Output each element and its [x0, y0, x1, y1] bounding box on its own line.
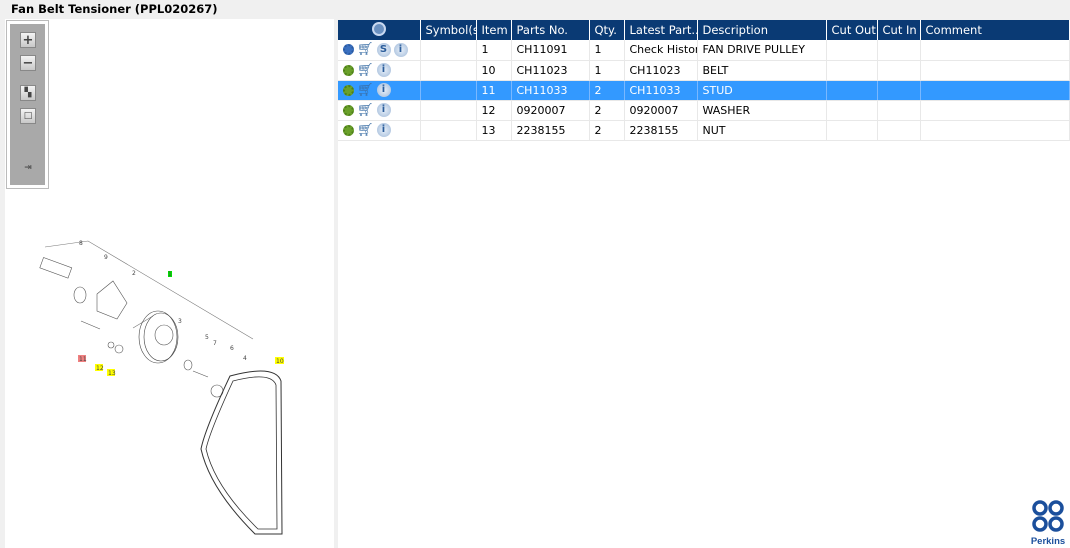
gear-icon[interactable]: [343, 64, 354, 76]
info-icon[interactable]: i: [376, 123, 391, 137]
latest-part-cell: 0920007: [624, 100, 698, 121]
zoom-in-button[interactable]: +: [20, 32, 36, 48]
table-row[interactable]: 🛒︎ i 10 CH11023 1 CH11023 BELT: [338, 60, 1070, 81]
cart-icon[interactable]: 🛒︎: [357, 103, 374, 118]
callout-2[interactable]: 2: [132, 270, 136, 277]
supersede-icon[interactable]: S: [376, 42, 391, 57]
parts-diagram[interactable]: 8 9 2 1 3 5 7 6 4 11 12 13 10: [5, 19, 334, 548]
callout-7[interactable]: 7: [213, 340, 217, 347]
parts-list-panel: Symbol(s) Item Parts No. Qty. Latest Par…: [338, 20, 1070, 548]
latest-part-cell[interactable]: Check History: [624, 40, 698, 61]
cart-icon[interactable]: 🛒︎: [357, 123, 374, 138]
qty-cell: 1: [589, 40, 625, 61]
column-symbols[interactable]: Symbol(s): [420, 20, 477, 40]
description-cell: FAN DRIVE PULLEY: [697, 40, 827, 61]
parts-no-cell: CH11091: [511, 40, 590, 61]
info-icon[interactable]: i: [393, 42, 408, 57]
callout-3[interactable]: 3: [178, 318, 182, 325]
gear-icon[interactable]: [343, 104, 354, 116]
table-row[interactable]: 🛒︎Si 1CH110911Check HistoryFAN DRIVE PUL…: [338, 40, 1070, 61]
info-icon[interactable]: i: [376, 63, 391, 77]
column-search[interactable]: [338, 20, 421, 40]
callout-10[interactable]: 10: [276, 358, 284, 365]
parts-no-cell: CH11033: [511, 80, 590, 101]
column-qty[interactable]: Qty.: [589, 20, 625, 40]
callout-13[interactable]: 13: [108, 370, 116, 377]
description-cell: WASHER: [697, 100, 827, 121]
search-icon: [371, 21, 386, 36]
parts-no-cell: 2238155: [511, 120, 590, 141]
cart-icon[interactable]: 🛒︎: [357, 63, 374, 78]
parts-no-cell: CH11023: [511, 60, 590, 81]
column-item[interactable]: Item: [476, 20, 512, 40]
info-icon[interactable]: i: [376, 83, 391, 97]
square-icon: □: [23, 110, 33, 121]
latest-part-cell: CH11023: [624, 60, 698, 81]
column-comment[interactable]: Comment: [920, 20, 1070, 40]
item-cell: 12: [476, 100, 512, 121]
item-cell: 11: [476, 80, 512, 101]
column-cut-out[interactable]: Cut Out: [826, 20, 878, 40]
latest-part-cell: 2238155: [624, 120, 698, 141]
table-header: Symbol(s) Item Parts No. Qty. Latest Par…: [338, 20, 1070, 40]
qty-cell: 2: [589, 80, 625, 101]
description-cell: BELT: [697, 60, 827, 81]
diagram-panel: 8 9 2 1 3 5 7 6 4 11 12 13 10: [5, 19, 334, 548]
fit-window-button[interactable]: □: [20, 108, 36, 124]
window-title: Fan Belt Tensioner (PPL020267): [11, 2, 218, 16]
description-cell: STUD: [697, 80, 827, 101]
table-row[interactable]: 🛒︎ i 12 0920007 2 0920007 WASHER: [338, 100, 1070, 121]
zoom-out-button[interactable]: −: [20, 55, 36, 71]
callout-6[interactable]: 6: [230, 345, 234, 352]
info-icon[interactable]: i: [376, 103, 391, 117]
column-parts-no[interactable]: Parts No.: [511, 20, 590, 40]
logo-text: Perkins: [1030, 536, 1066, 547]
callout-1[interactable]: 1: [168, 271, 172, 278]
fit-all-button[interactable]: ▚: [20, 85, 36, 101]
latest-part-cell: CH11033: [624, 80, 698, 101]
export-arrow-icon: ⇥: [24, 162, 32, 173]
gear-icon[interactable]: [343, 84, 354, 96]
column-cut-in[interactable]: Cut In: [877, 20, 921, 40]
item-cell: 13: [476, 120, 512, 141]
perkins-logo: Perkins: [1027, 499, 1069, 547]
column-description[interactable]: Description: [697, 20, 827, 40]
gears-icon[interactable]: [343, 44, 354, 56]
callout-9[interactable]: 9: [104, 254, 108, 261]
column-latest-part[interactable]: Latest Part...: [624, 20, 698, 40]
item-cell: 1: [476, 40, 512, 61]
callout-12[interactable]: 12: [96, 365, 104, 372]
cart-icon[interactable]: 🛒︎: [357, 83, 374, 98]
parts-no-cell: 0920007: [511, 100, 590, 121]
qty-cell: 1: [589, 60, 625, 81]
callout-4[interactable]: 4: [243, 355, 247, 362]
cart-icon[interactable]: 🛒︎: [357, 42, 374, 57]
qty-cell: 2: [589, 100, 625, 121]
export-button[interactable]: ⇥: [20, 160, 36, 176]
table-row[interactable]: 🛒︎ i 13 2238155 2 2238155 NUT: [338, 120, 1070, 141]
perkins-emblem-icon: [1032, 500, 1064, 532]
table-row-selected[interactable]: 🛒︎ i 11 CH11033 2 CH11033 STUD: [338, 80, 1070, 101]
parts-table: Symbol(s) Item Parts No. Qty. Latest Par…: [338, 20, 1070, 141]
callout-5[interactable]: 5: [205, 334, 209, 341]
grid-icon: ▚: [24, 87, 32, 98]
callout-8[interactable]: 8: [79, 240, 83, 247]
qty-cell: 2: [589, 120, 625, 141]
description-cell: NUT: [697, 120, 827, 141]
diagram-toolbar: + − ▚ □ ⇥: [6, 20, 49, 189]
callout-11[interactable]: 11: [79, 356, 87, 363]
gear-icon[interactable]: [343, 124, 354, 136]
item-cell: 10: [476, 60, 512, 81]
